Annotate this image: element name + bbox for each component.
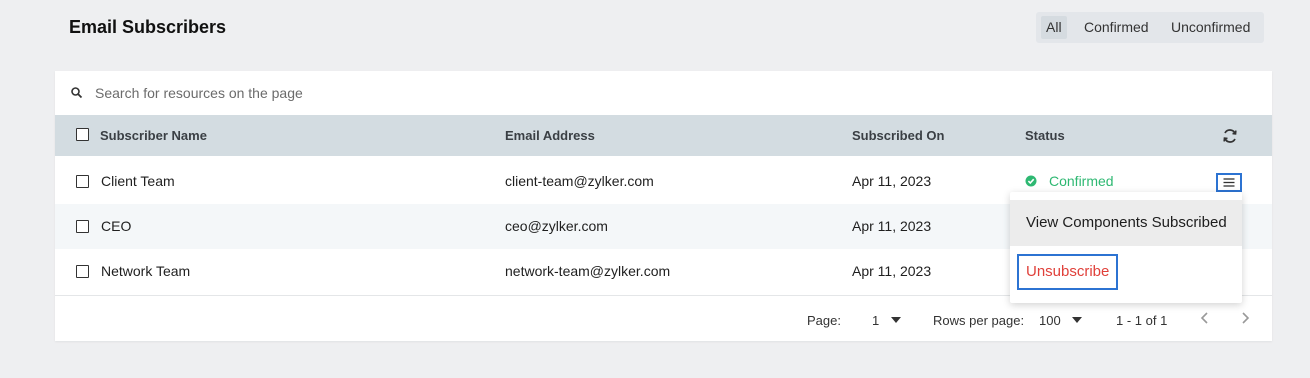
select-all-checkbox[interactable] <box>76 128 89 141</box>
pagination-range: 1 - 1 of 1 <box>1116 313 1168 328</box>
filter-confirmed[interactable]: Confirmed <box>1084 16 1149 39</box>
chevron-left-icon[interactable] <box>1199 311 1211 325</box>
email-address: network-team@zylker.com <box>505 263 671 279</box>
filter-unconfirmed[interactable]: Unconfirmed <box>1171 16 1250 39</box>
row-actions-menu: View Components Subscribed Unsubscribe <box>1010 192 1242 303</box>
email-address: client-team@zylker.com <box>505 173 654 189</box>
status-filter-group: All Confirmed Unconfirmed <box>1036 12 1264 43</box>
page-label: Page: <box>807 313 841 328</box>
menu-item-view-components[interactable]: View Components Subscribed <box>1010 200 1242 246</box>
subscriber-name: Client Team <box>101 173 175 189</box>
page-value: 1 <box>872 313 880 328</box>
check-circle-icon <box>1025 175 1037 187</box>
chevron-right-icon[interactable] <box>1239 311 1251 325</box>
table-header: Subscriber Name Email Address Subscribed… <box>55 115 1272 156</box>
rows-per-page-select[interactable]: 100 <box>1039 311 1085 331</box>
refresh-icon[interactable] <box>1221 127 1239 145</box>
row-menu-button[interactable] <box>1216 173 1242 192</box>
subscribed-on: Apr 11, 2023 <box>852 263 932 279</box>
column-status[interactable]: Status <box>1025 128 1065 143</box>
row-checkbox[interactable] <box>76 175 89 188</box>
column-subscriber-name[interactable]: Subscriber Name <box>100 128 207 143</box>
page-select[interactable]: 1 <box>872 311 906 331</box>
filter-all[interactable]: All <box>1041 16 1067 39</box>
rows-per-page-value: 100 <box>1039 313 1061 328</box>
search-icon <box>71 87 83 99</box>
subscriber-name: CEO <box>101 218 132 234</box>
subscriber-name: Network Team <box>101 263 191 279</box>
rows-per-page-label: Rows per page: <box>933 313 1025 328</box>
search-bar <box>55 71 1272 115</box>
subscribed-on: Apr 11, 2023 <box>852 218 932 234</box>
menu-item-unsubscribe[interactable]: Unsubscribe <box>1017 254 1119 290</box>
row-checkbox[interactable] <box>76 265 89 278</box>
status-badge: Confirmed <box>1049 173 1114 189</box>
column-email-address[interactable]: Email Address <box>505 128 595 143</box>
caret-down-icon <box>1072 317 1082 323</box>
page-title: Email Subscribers <box>69 17 227 37</box>
row-checkbox[interactable] <box>76 220 89 233</box>
search-input[interactable] <box>95 82 695 104</box>
column-subscribed-on[interactable]: Subscribed On <box>852 128 944 143</box>
subscribed-on: Apr 11, 2023 <box>852 173 932 189</box>
email-address: ceo@zylker.com <box>505 218 608 234</box>
menu-icon <box>1223 178 1235 187</box>
caret-down-icon <box>891 317 901 323</box>
